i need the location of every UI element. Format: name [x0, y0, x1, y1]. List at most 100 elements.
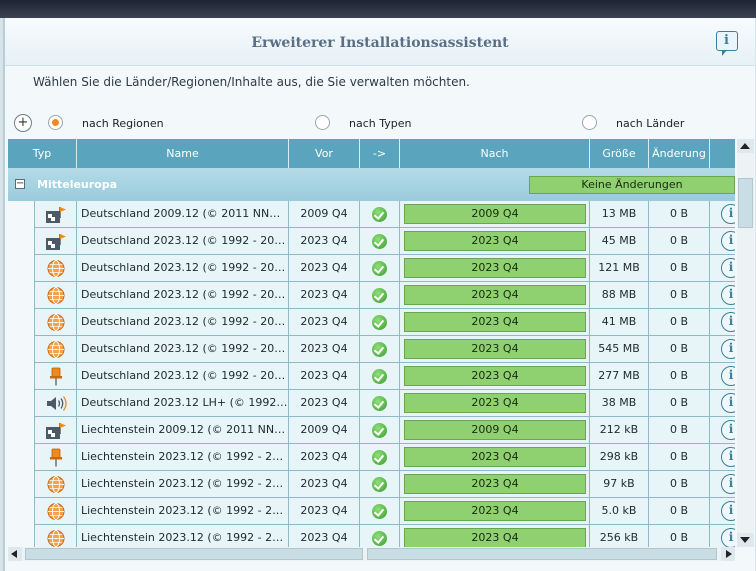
row-type-cell	[35, 498, 77, 525]
info-icon[interactable]: i	[721, 420, 735, 440]
row-version-after-button[interactable]: 2023 Q4	[404, 339, 586, 359]
table-row[interactable]: Liechtenstein 2023.12 (© 1992 - 2023 Tom…	[8, 498, 735, 525]
check-ok-icon	[372, 422, 387, 438]
scroll-right-arrow[interactable]	[721, 547, 735, 561]
vertical-scrollbar[interactable]	[737, 139, 754, 547]
info-icon[interactable]: i	[721, 204, 735, 224]
row-type-cell	[35, 363, 77, 390]
column-header-typ[interactable]: Typ	[8, 139, 77, 168]
table-row[interactable]: Deutschland 2023.12 (© 1992 - 2023 TomTo…	[8, 228, 735, 255]
row-version-after-button[interactable]: 2023 Q4	[404, 474, 586, 494]
row-gutter	[8, 282, 35, 309]
table-row[interactable]: Deutschland 2023.12 LH+ (© 1992 - 2023 T…	[8, 390, 735, 417]
row-size: 277 MB	[590, 363, 649, 390]
row-size: 41 MB	[590, 309, 649, 336]
row-change: 0 B	[649, 255, 710, 282]
radio-nach-typen[interactable]	[315, 115, 330, 130]
row-version-after-button[interactable]: 2009 Q4	[404, 204, 586, 224]
row-size: 38 MB	[590, 390, 649, 417]
row-version-after-button[interactable]: 2023 Q4	[404, 231, 586, 251]
help-info-button[interactable]: i	[716, 31, 738, 56]
row-info-cell: i	[710, 282, 735, 309]
row-version-after-button[interactable]: 2023 Q4	[404, 285, 586, 305]
table-row[interactable]: Deutschland 2009.12 (© 2011 NNG Kft.) 200…	[8, 201, 735, 228]
row-size: 256 kB	[590, 525, 649, 547]
row-info-cell: i	[710, 309, 735, 336]
row-version-before: 2023 Q4	[289, 255, 360, 282]
info-icon[interactable]: i	[721, 501, 735, 521]
table-row[interactable]: Deutschland 2023.12 (© 1992 - 2023 TomTo…	[8, 363, 735, 390]
info-icon: i	[724, 33, 729, 48]
info-icon[interactable]: i	[721, 447, 735, 467]
radio-nach-regionen[interactable]	[48, 115, 63, 130]
scroll-down-arrow[interactable]	[737, 533, 754, 547]
info-icon[interactable]: i	[721, 366, 735, 386]
column-header-vor[interactable]: Vor	[289, 139, 360, 168]
row-version-after-cell: 2023 Q4	[400, 525, 590, 547]
column-header-aenderung[interactable]: Änderung	[649, 139, 710, 168]
table-row[interactable]: Deutschland 2023.12 (© 1992 - 2023 TomTo…	[8, 282, 735, 309]
expand-all-button[interactable]: +	[14, 114, 32, 132]
column-header-name[interactable]: Name	[77, 139, 289, 168]
info-icon[interactable]: i	[721, 528, 735, 547]
row-version-after-cell: 2023 Q4	[400, 498, 590, 525]
row-version-after-button[interactable]: 2023 Q4	[404, 528, 586, 547]
row-version-before: 2023 Q4	[289, 498, 360, 525]
row-size: 5.0 kB	[590, 498, 649, 525]
group-action-button[interactable]: Keine Änderungen	[529, 176, 735, 194]
row-version-after-cell: 2023 Q4	[400, 309, 590, 336]
table-row[interactable]: Liechtenstein 2009.12 (© 2011 NNG Kft.) 2…	[8, 417, 735, 444]
row-gutter	[8, 309, 35, 336]
row-version-after-button[interactable]: 2023 Q4	[404, 312, 586, 332]
radio-nach-laender[interactable]	[582, 115, 597, 130]
row-gutter	[8, 390, 35, 417]
row-name: Liechtenstein 2009.12 (© 2011 NNG Kft.)	[77, 417, 289, 444]
row-version-after-button[interactable]: 2023 Q4	[404, 366, 586, 386]
info-icon[interactable]: i	[721, 231, 735, 251]
table-row[interactable]: Deutschland 2023.12 (© 1992 - 2023 TomTo…	[8, 255, 735, 282]
table-row[interactable]: Liechtenstein 2023.12 (© 1992 - 2023 Tom…	[8, 525, 735, 547]
table-row[interactable]: Deutschland 2023.12 (© 1992 - 2023 TomTo…	[8, 309, 735, 336]
scroll-up-arrow[interactable]	[737, 139, 754, 153]
row-gutter	[8, 228, 35, 255]
row-version-after-button[interactable]: 2023 Q4	[404, 393, 586, 413]
row-name: Deutschland 2009.12 (© 2011 NNG Kft.)	[77, 201, 289, 228]
info-icon[interactable]: i	[721, 285, 735, 305]
column-header-nach[interactable]: Nach	[400, 139, 590, 168]
collapse-group-button[interactable]: −	[15, 179, 25, 189]
row-gutter	[8, 201, 35, 228]
column-header-groesse[interactable]: Größe	[590, 139, 649, 168]
row-change: 0 B	[649, 390, 710, 417]
table-row[interactable]: Liechtenstein 2023.12 (© 1992 - 2023 Tom…	[8, 471, 735, 498]
row-change: 0 B	[649, 336, 710, 363]
info-icon[interactable]: i	[721, 339, 735, 359]
row-version-after-cell: 2023 Q4	[400, 228, 590, 255]
row-info-cell: i	[710, 228, 735, 255]
group-row-mitteleuropa[interactable]: − Mitteleuropa Keine Änderungen	[8, 168, 735, 201]
vertical-scroll-thumb[interactable]	[738, 178, 753, 228]
info-icon[interactable]: i	[721, 474, 735, 494]
scroll-left-arrow[interactable]	[8, 547, 22, 561]
row-info-cell: i	[710, 255, 735, 282]
row-version-after-button[interactable]: 2023 Q4	[404, 258, 586, 278]
row-version-after-button[interactable]: 2009 Q4	[404, 420, 586, 440]
row-gutter	[8, 336, 35, 363]
row-version-after-button[interactable]: 2023 Q4	[404, 501, 586, 521]
table-row[interactable]: Deutschland 2023.12 (© 1992 - 2023 TomTo…	[8, 336, 735, 363]
info-icon[interactable]: i	[721, 258, 735, 278]
row-version-after-button[interactable]: 2023 Q4	[404, 447, 586, 467]
horizontal-scroll-track[interactable]	[367, 548, 717, 560]
view-mode-options: + nach Regionen nach Typen nach Länder	[5, 114, 755, 134]
row-version-before: 2009 Q4	[289, 201, 360, 228]
table-row[interactable]: Liechtenstein 2023.12 (© 1992 - 2023 Tom…	[8, 444, 735, 471]
row-version-before: 2023 Q4	[289, 282, 360, 309]
row-info-cell: i	[710, 363, 735, 390]
row-name: Deutschland 2023.12 (© 1992 - 2023 TomTo…	[77, 228, 289, 255]
info-icon[interactable]: i	[721, 312, 735, 332]
horizontal-scrollbar[interactable]	[8, 547, 735, 561]
info-icon[interactable]: i	[721, 393, 735, 413]
row-version-after-cell: 2023 Q4	[400, 390, 590, 417]
horizontal-scroll-thumb[interactable]	[25, 548, 363, 560]
column-header-arrow[interactable]: ->	[360, 139, 400, 168]
row-gutter	[8, 525, 35, 547]
